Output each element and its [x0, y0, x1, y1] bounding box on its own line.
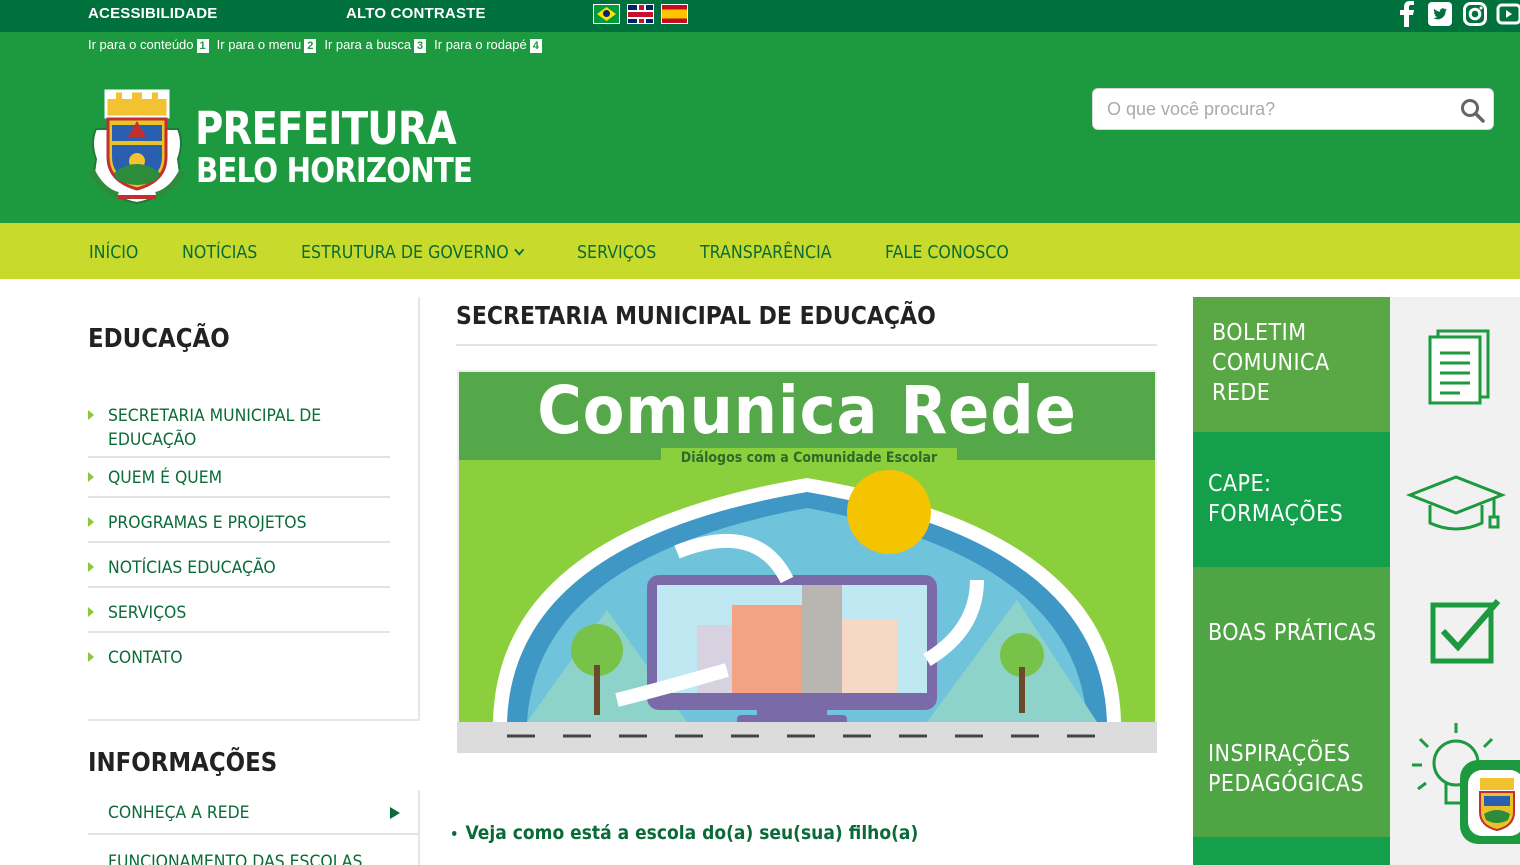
sidebar-item-programas-e-projetos[interactable]: PROGRAMAS E PROJETOS — [88, 507, 390, 543]
tile-label: INSPIRAÇÕES — [1208, 741, 1351, 767]
checkbox-icon — [1430, 599, 1501, 664]
caret-right-icon — [88, 607, 94, 617]
tile-label: FORMAÇÕES — [1208, 501, 1344, 527]
tile-label: BOAS PRÁTICAS — [1208, 620, 1377, 646]
top-bar: ACESSIBILIDADE ALTO CONTRASTE — [0, 0, 1520, 32]
site-header: Ir para o conteúdo 1 Ir para o menu 2 Ir p… — [0, 32, 1520, 223]
sidebar-item-label: PROGRAMAS E PROJETOS — [108, 513, 307, 533]
sidebar-item-noticias-educacao[interactable]: NOTÍCIAS EDUCAÇÃO — [88, 552, 390, 588]
chevron-down-icon — [514, 244, 525, 256]
skip-links: Ir para o conteúdo 1 Ir para o menu 2 Ir p… — [88, 37, 542, 53]
floating-city-badge[interactable] — [1460, 760, 1520, 844]
search-box — [1092, 88, 1494, 130]
twitter-icon[interactable] — [1427, 0, 1453, 28]
sidebar-item-label: SERVIÇOS — [108, 603, 187, 623]
flag-portuguese-icon[interactable] — [593, 4, 620, 24]
tile-next[interactable] — [1193, 837, 1390, 865]
sidebar-bottom-divider — [88, 719, 420, 721]
info-item-label: CONHEÇA A REDE — [108, 803, 250, 823]
brand-name-line1[interactable]: PREFEITURA — [195, 102, 457, 155]
nav-item-servicos[interactable]: SERVIÇOS — [577, 242, 656, 263]
tile-cape-formacoes[interactable]: CAPE: FORMAÇÕES — [1193, 432, 1390, 567]
city-coat-of-arms-logo[interactable] — [88, 81, 186, 205]
high-contrast-link[interactable]: ALTO CONTRASTE — [346, 5, 486, 22]
instagram-icon[interactable] — [1462, 0, 1488, 28]
accessibility-link[interactable]: ACESSIBILIDADE — [88, 5, 217, 22]
nav-item-fale-conosco[interactable]: FALE CONOSCO — [885, 242, 1009, 263]
tile-label: BOLETIM — [1212, 320, 1307, 346]
sidebar-title: EDUCAÇÃO — [88, 324, 230, 354]
info-item-conheca-a-rede[interactable]: CONHEÇA A REDE — [88, 791, 420, 835]
school-status-link[interactable]: Veja como está a escola do(a) seu(sua) f… — [452, 822, 918, 844]
main-nav: INÍCIO NOTÍCIAS ESTRUTURA DE GOVERNO SER… — [0, 223, 1520, 279]
skip-to-content-link[interactable]: Ir para o conteúdo 1 — [88, 37, 209, 53]
info-title: INFORMAÇÕES — [88, 748, 278, 778]
title-divider — [456, 344, 1157, 346]
caret-right-icon — [88, 652, 94, 662]
nav-item-inicio[interactable]: INÍCIO — [89, 242, 138, 263]
page-title: SECRETARIA MUNICIPAL DE EDUCAÇÃO — [456, 301, 936, 330]
comunica-rede-banner[interactable]: Comunica Rede Diálogos com a Comunidade … — [457, 370, 1157, 753]
graduation-cap-icon — [1405, 475, 1507, 531]
banner-subtitle: Diálogos com a Comunidade Escolar — [680, 450, 938, 466]
sidebar-item-quem-e-quem[interactable]: QUEM É QUEM — [88, 462, 390, 498]
youtube-icon[interactable] — [1496, 0, 1520, 28]
sidebar-item-contato[interactable]: CONTATO — [88, 642, 390, 676]
search-input[interactable] — [1107, 97, 1437, 121]
sidebar-item-label: SECRETARIA MUNICIPAL DE EDUCAÇÃO — [108, 406, 322, 450]
caret-right-icon — [88, 562, 94, 572]
sidebar-item-secretaria[interactable]: SECRETARIA MUNICIPAL DE EDUCAÇÃO — [88, 400, 390, 458]
tile-label: COMUNICA — [1212, 350, 1330, 376]
sidebar-divider — [418, 297, 420, 720]
sidebar-item-label: NOTÍCIAS EDUCAÇÃO — [108, 558, 276, 578]
document-icon — [1428, 329, 1490, 405]
tile-boletim-comunica-rede[interactable]: BOLETIM COMUNICA REDE — [1193, 297, 1390, 432]
nav-item-noticias[interactable]: NOTÍCIAS — [182, 242, 257, 263]
sidebar-item-servicos[interactable]: SERVIÇOS — [88, 597, 390, 633]
bullet-icon — [452, 831, 457, 836]
flag-english-icon[interactable] — [627, 4, 654, 24]
caret-right-icon — [88, 472, 94, 482]
sidebar-item-label: CONTATO — [108, 648, 183, 668]
tile-label: PEDAGÓGICAS — [1208, 771, 1365, 797]
banner-title: Comunica Rede — [537, 372, 1077, 449]
sidebar-item-label: QUEM É QUEM — [108, 468, 223, 488]
brand-name-line2[interactable]: BELO HORIZONTE — [196, 151, 473, 191]
nav-item-transparencia[interactable]: TRANSPARÊNCIA — [700, 242, 832, 263]
info-item-label: FUNCIONAMENTO DAS ESCOLAS — [108, 852, 363, 865]
flag-spanish-icon[interactable] — [661, 4, 688, 24]
search-icon[interactable] — [1459, 97, 1487, 125]
tile-inspiracoes-pedagogicas[interactable]: INSPIRAÇÕES PEDAGÓGICAS — [1193, 702, 1390, 837]
nav-item-estrutura-de-governo[interactable]: ESTRUTURA DE GOVERNO — [301, 242, 525, 263]
info-item-funcionamento-das-escolas[interactable]: FUNCIONAMENTO DAS ESCOLAS — [88, 840, 420, 865]
sidebar-menu: SECRETARIA MUNICIPAL DE EDUCAÇÃO QUEM É … — [88, 400, 390, 676]
skip-to-menu-link[interactable]: Ir para o menu 2 — [217, 37, 317, 53]
tile-boas-praticas[interactable]: BOAS PRÁTICAS — [1193, 567, 1390, 702]
tile-label: REDE — [1212, 380, 1271, 406]
school-status-label: Veja como está a escola do(a) seu(sua) f… — [465, 822, 919, 844]
caret-right-icon — [88, 517, 94, 527]
skip-to-footer-link[interactable]: Ir para o rodapé 4 — [434, 37, 542, 53]
facebook-icon[interactable] — [1396, 0, 1418, 28]
nav-item-label: ESTRUTURA DE GOVERNO — [301, 242, 509, 263]
caret-right-icon — [88, 410, 94, 420]
skip-to-search-link[interactable]: Ir para a busca 3 — [324, 37, 427, 53]
city-shield-icon — [1468, 770, 1520, 836]
tile-label: CAPE: — [1208, 471, 1272, 497]
arrow-right-icon — [390, 807, 400, 819]
